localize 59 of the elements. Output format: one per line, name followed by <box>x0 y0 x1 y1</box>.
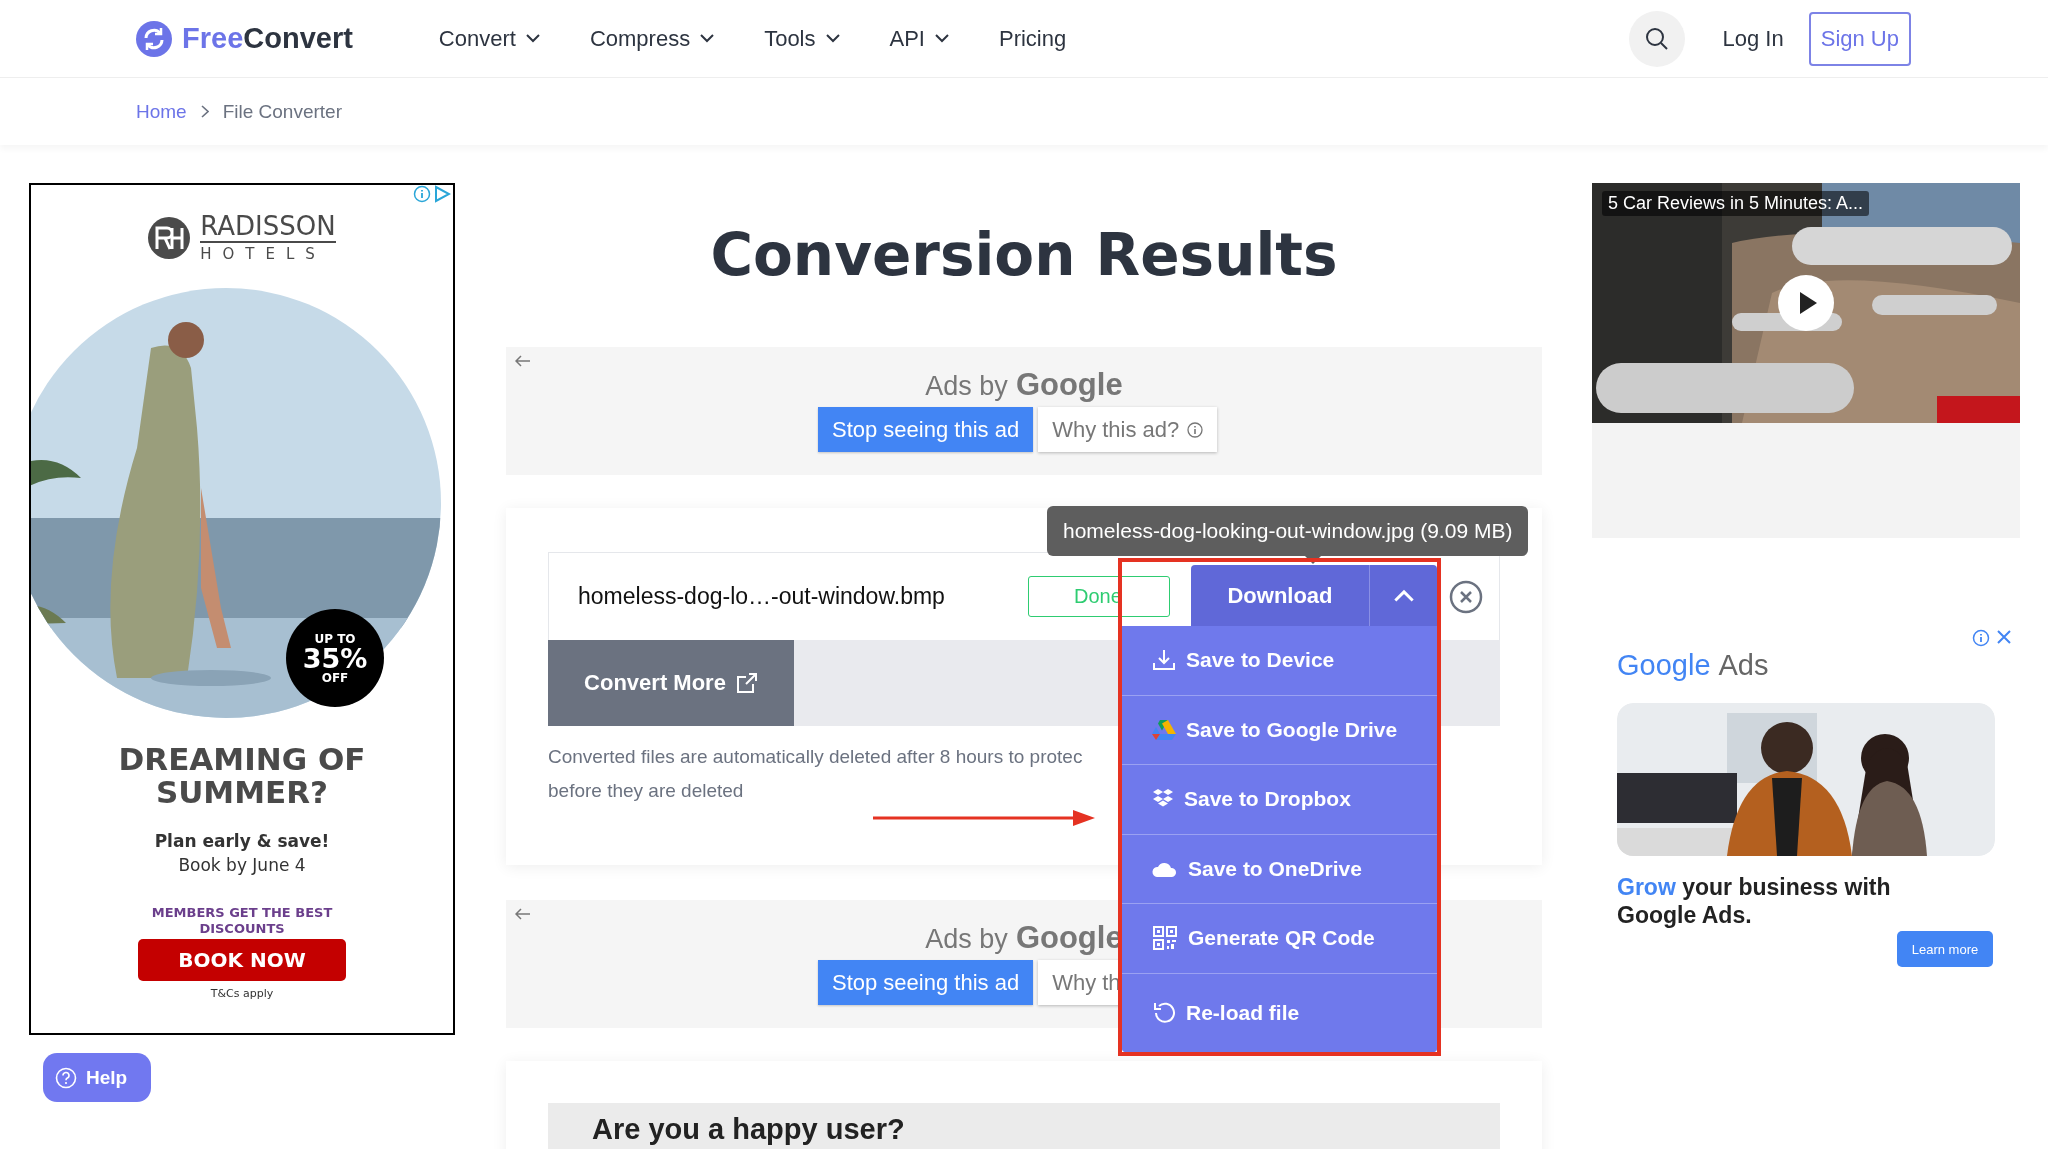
reload-icon <box>1152 1000 1176 1025</box>
file-name: homeless-dog-lo…-out-window.bmp <box>578 583 946 610</box>
play-triangle-icon[interactable] <box>433 185 451 203</box>
nav-link[interactable]: Tools <box>764 25 840 52</box>
drive-icon <box>1152 718 1176 741</box>
brand-name: RADISSON <box>200 211 336 243</box>
nav-link[interactable]: Convert <box>438 25 540 52</box>
stop-ad-button[interactable]: Stop seeing this ad <box>818 407 1034 452</box>
google-label: Google <box>1015 920 1123 956</box>
close-icon[interactable] <box>1449 579 1483 614</box>
note-text: Converted files are automatically deleted after 8 hours to protec <box>548 745 1083 769</box>
back-arrow-icon[interactable] <box>515 908 531 920</box>
ad-banner[interactable]: RADISSON HOTELS UP TO 35% OFF DREAMING OF SUMMER? Plan early & save! Book by June 4 MEMBERS GET THE BEST DISCOUNTS BOOK NOW T&Cs apply <box>29 183 455 1035</box>
signup-button[interactable]: Sign Up <box>1808 11 1911 66</box>
logo-icon <box>136 20 172 57</box>
dropdown-toggle[interactable] <box>1369 565 1437 626</box>
ad-headline: DREAMING OF SUMMER? <box>117 743 367 809</box>
login-link[interactable]: Log In <box>1722 25 1784 52</box>
ad-tagline: Plan early & save! <box>154 831 330 851</box>
ads-by-label: Ads by <box>925 371 1008 402</box>
question-icon <box>55 1066 77 1089</box>
google-label: Google <box>1015 367 1123 403</box>
download-button[interactable]: Download <box>1191 565 1369 626</box>
close-icon[interactable] <box>1996 629 2012 645</box>
chevron-up-icon <box>1392 589 1415 602</box>
nav-link[interactable]: Compress <box>589 25 715 52</box>
why-ad-button[interactable]: Why this ad? <box>1038 407 1218 452</box>
nav-link[interactable]: API <box>889 25 949 52</box>
convert-more-button[interactable]: Convert More <box>548 640 794 726</box>
qr-code-icon <box>1152 925 1178 952</box>
brand-logo-icon <box>148 217 191 259</box>
book-now-button[interactable]: BOOK NOW <box>138 939 346 981</box>
page-title: Conversion Results <box>709 220 1339 291</box>
info-icon[interactable] <box>1972 629 1990 647</box>
ad-logo: Google Ads <box>1617 649 1769 682</box>
video-title: 5 Car Reviews in 5 Minutes: A... <box>1602 191 1870 216</box>
brand-subtitle: HOTELS <box>200 244 327 265</box>
ads-by-label: Ads by <box>925 924 1008 955</box>
feedback-heading: Are you a happy user? <box>592 1113 906 1145</box>
logo-text[interactable]: FreeConvert <box>182 22 353 55</box>
play-icon[interactable] <box>1778 275 1834 331</box>
info-icon[interactable] <box>413 185 431 203</box>
breadcrumb-current: File Converter <box>222 100 342 123</box>
search-icon <box>1644 26 1669 51</box>
ad-members-text: MEMBERS GET THE BEST DISCOUNTS <box>150 905 334 937</box>
external-link-icon <box>735 672 758 694</box>
ad-headline: Grow your business with Google Ads. <box>1617 873 1892 929</box>
note-text: before they are deleted <box>548 779 744 803</box>
back-arrow-icon[interactable] <box>515 355 531 367</box>
file-tooltip: homeless-dog-looking-out-window.jpg (9.09 MB) <box>1047 506 1529 556</box>
help-button[interactable]: Help <box>43 1053 152 1102</box>
download-icon <box>1152 648 1176 673</box>
stop-ad-button[interactable]: Stop seeing this ad <box>818 960 1034 1005</box>
chevron-right-icon <box>200 105 209 118</box>
nav-link[interactable]: Pricing <box>998 25 1067 52</box>
terms-text: T&Cs apply <box>210 987 274 1000</box>
ad-date-text: Book by June 4 <box>178 855 306 875</box>
learn-more-button[interactable]: Learn more <box>1897 931 1993 967</box>
breadcrumb-link[interactable]: Home <box>136 100 187 123</box>
